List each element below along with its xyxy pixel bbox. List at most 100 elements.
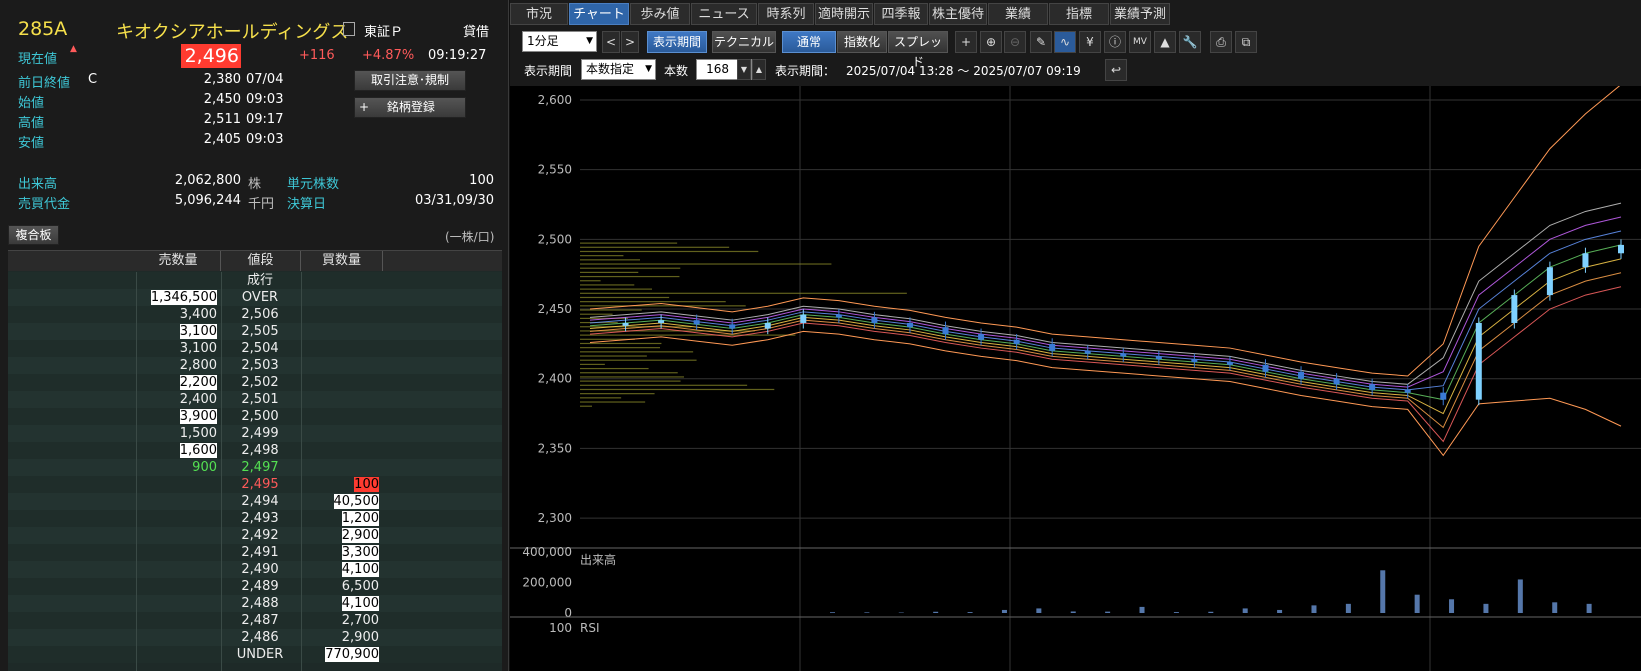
buy-qty[interactable]: 100 xyxy=(301,476,381,493)
print-icon[interactable]: ⎙ xyxy=(1210,31,1232,53)
order-book-row[interactable]: 3,100 2,505 xyxy=(8,323,502,340)
order-book-row[interactable]: 2,490 4,100 xyxy=(8,561,502,578)
normal-button[interactable]: 通常 xyxy=(782,31,836,53)
orderbook-title-button[interactable]: 複合板 xyxy=(8,225,59,245)
order-book-row[interactable]: 1,346,500 OVER xyxy=(8,289,502,306)
sell-qty[interactable]: 3,100 xyxy=(136,323,219,340)
count-up-icon[interactable]: ▲ xyxy=(752,59,766,80)
price-level[interactable]: 2,498 xyxy=(221,442,299,459)
trade-caution-button[interactable]: 取引注意･規制 xyxy=(354,70,466,91)
price-level[interactable]: 2,494 xyxy=(221,493,299,510)
sell-qty[interactable]: 2,800 xyxy=(136,357,219,374)
order-book-row[interactable]: 1,600 2,498 xyxy=(8,442,502,459)
buy-qty[interactable]: 770,900 xyxy=(301,646,381,663)
price-level[interactable]: 2,490 xyxy=(221,561,299,578)
price-level[interactable]: 2,499 xyxy=(221,425,299,442)
price-level[interactable]: 2,486 xyxy=(221,629,299,646)
order-book-row[interactable]: 2,200 2,502 xyxy=(8,374,502,391)
order-book-row[interactable]: 2,494 40,500 xyxy=(8,493,502,510)
sell-qty[interactable]: 2,400 xyxy=(136,391,219,408)
area-chart-icon[interactable]: ▲ xyxy=(1154,31,1176,53)
tab-8[interactable]: 業績 xyxy=(988,3,1048,25)
buy-qty[interactable]: 4,100 xyxy=(301,595,381,612)
order-book-row[interactable]: 2,492 2,900 xyxy=(8,527,502,544)
interval-select[interactable]: 1分足 ▼ xyxy=(522,31,597,52)
price-level[interactable]: 2,503 xyxy=(221,357,299,374)
order-book-row[interactable]: 2,800 2,503 xyxy=(8,357,502,374)
wrench-icon[interactable]: 🔧 xyxy=(1179,31,1201,53)
buy-qty[interactable]: 2,700 xyxy=(301,612,381,629)
price-level[interactable]: 2,505 xyxy=(221,323,299,340)
sell-qty[interactable]: 1,346,500 xyxy=(136,289,219,306)
price-level[interactable]: 成行 xyxy=(221,272,299,289)
price-level[interactable]: 2,506 xyxy=(221,306,299,323)
price-level[interactable]: UNDER xyxy=(221,646,299,663)
buy-qty[interactable]: 2,900 xyxy=(301,527,381,544)
zoom-out-icon[interactable]: ⊖ xyxy=(1004,31,1026,53)
info-icon[interactable]: ⓘ xyxy=(1104,31,1126,53)
tab-10[interactable]: 業績予測 xyxy=(1110,3,1170,25)
zoom-in-icon[interactable]: ⊕ xyxy=(980,31,1002,53)
buy-qty[interactable]: 6,500 xyxy=(301,578,381,595)
buy-qty[interactable]: 2,900 xyxy=(301,629,381,646)
buy-qty[interactable]: 3,300 xyxy=(301,544,381,561)
tab-6[interactable]: 四季報 xyxy=(874,3,928,25)
tab-5[interactable]: 適時開示 xyxy=(815,3,873,25)
order-book-row[interactable]: 2,487 2,700 xyxy=(8,612,502,629)
crosshair-icon[interactable]: + xyxy=(955,31,977,53)
order-book-row[interactable]: 900 2,497 xyxy=(8,459,502,476)
order-book-row[interactable]: 2,400 2,501 xyxy=(8,391,502,408)
popout-icon[interactable]: ⧉ xyxy=(1235,31,1257,53)
price-level[interactable]: 2,487 xyxy=(221,612,299,629)
index-button[interactable]: 指数化 xyxy=(837,31,887,53)
mv-icon[interactable]: MV xyxy=(1129,31,1151,53)
order-book-row[interactable]: 2,491 3,300 xyxy=(8,544,502,561)
spread-button[interactable]: スプレッド xyxy=(888,31,948,69)
buy-qty[interactable]: 40,500 xyxy=(301,493,381,510)
price-level[interactable]: 2,501 xyxy=(221,391,299,408)
count-down-icon[interactable]: ▼ xyxy=(737,59,751,80)
sell-qty[interactable]: 3,900 xyxy=(136,408,219,425)
order-book-row[interactable]: 2,489 6,500 xyxy=(8,578,502,595)
technical-button[interactable]: テクニカル xyxy=(712,31,776,53)
price-level[interactable]: 2,495 xyxy=(221,476,299,493)
sell-qty[interactable]: 900 xyxy=(136,459,219,476)
order-book-row[interactable]: 1,500 2,499 xyxy=(8,425,502,442)
order-book-row[interactable]: UNDER 770,900 xyxy=(8,646,502,663)
price-level[interactable]: 2,489 xyxy=(221,578,299,595)
chevron-left-icon[interactable]: < xyxy=(602,31,620,53)
sell-qty[interactable]: 3,100 xyxy=(136,340,219,357)
pencil-icon[interactable]: ✎ xyxy=(1030,31,1052,53)
price-level[interactable]: 2,497 xyxy=(221,459,299,476)
tab-7[interactable]: 株主優待 xyxy=(929,3,987,25)
register-button[interactable]: + 銘柄登録 xyxy=(354,97,466,118)
buy-qty[interactable]: 4,100 xyxy=(301,561,381,578)
order-book-row[interactable]: 2,488 4,100 xyxy=(8,595,502,612)
order-book-row[interactable]: 3,400 2,506 xyxy=(8,306,502,323)
tab-4[interactable]: 時系列 xyxy=(758,3,814,25)
document-icon[interactable] xyxy=(343,22,355,36)
chevron-right-icon[interactable]: > xyxy=(621,31,639,53)
price-level[interactable]: 2,500 xyxy=(221,408,299,425)
tab-1[interactable]: チャート xyxy=(569,3,629,25)
sell-qty[interactable]: 1,500 xyxy=(136,425,219,442)
tab-9[interactable]: 指標 xyxy=(1049,3,1109,25)
tab-0[interactable]: 市況 xyxy=(510,3,568,25)
price-level[interactable]: 2,492 xyxy=(221,527,299,544)
sell-qty[interactable]: 1,600 xyxy=(136,442,219,459)
order-book-row[interactable]: 3,100 2,504 xyxy=(8,340,502,357)
price-level[interactable]: OVER xyxy=(221,289,299,306)
period-mode-select[interactable]: 本数指定 ▼ xyxy=(581,59,656,80)
wave-icon[interactable]: ∿ xyxy=(1054,31,1076,53)
price-level[interactable]: 2,502 xyxy=(221,374,299,391)
price-level[interactable]: 2,488 xyxy=(221,595,299,612)
price-level[interactable]: 2,493 xyxy=(221,510,299,527)
tab-3[interactable]: ニュース xyxy=(691,3,757,25)
order-book-row[interactable]: 2,486 2,900 xyxy=(8,629,502,646)
buy-qty[interactable]: 1,200 xyxy=(301,510,381,527)
period-button[interactable]: 表示期間 xyxy=(647,31,707,53)
chart-area[interactable]: 2,600 2,550 2,500 2,450 2,400 2,350 2,300 400,0… xyxy=(510,84,1641,671)
order-book-row[interactable]: 3,900 2,500 xyxy=(8,408,502,425)
order-book-row[interactable]: 成行 xyxy=(8,272,502,289)
sell-qty[interactable]: 2,200 xyxy=(136,374,219,391)
